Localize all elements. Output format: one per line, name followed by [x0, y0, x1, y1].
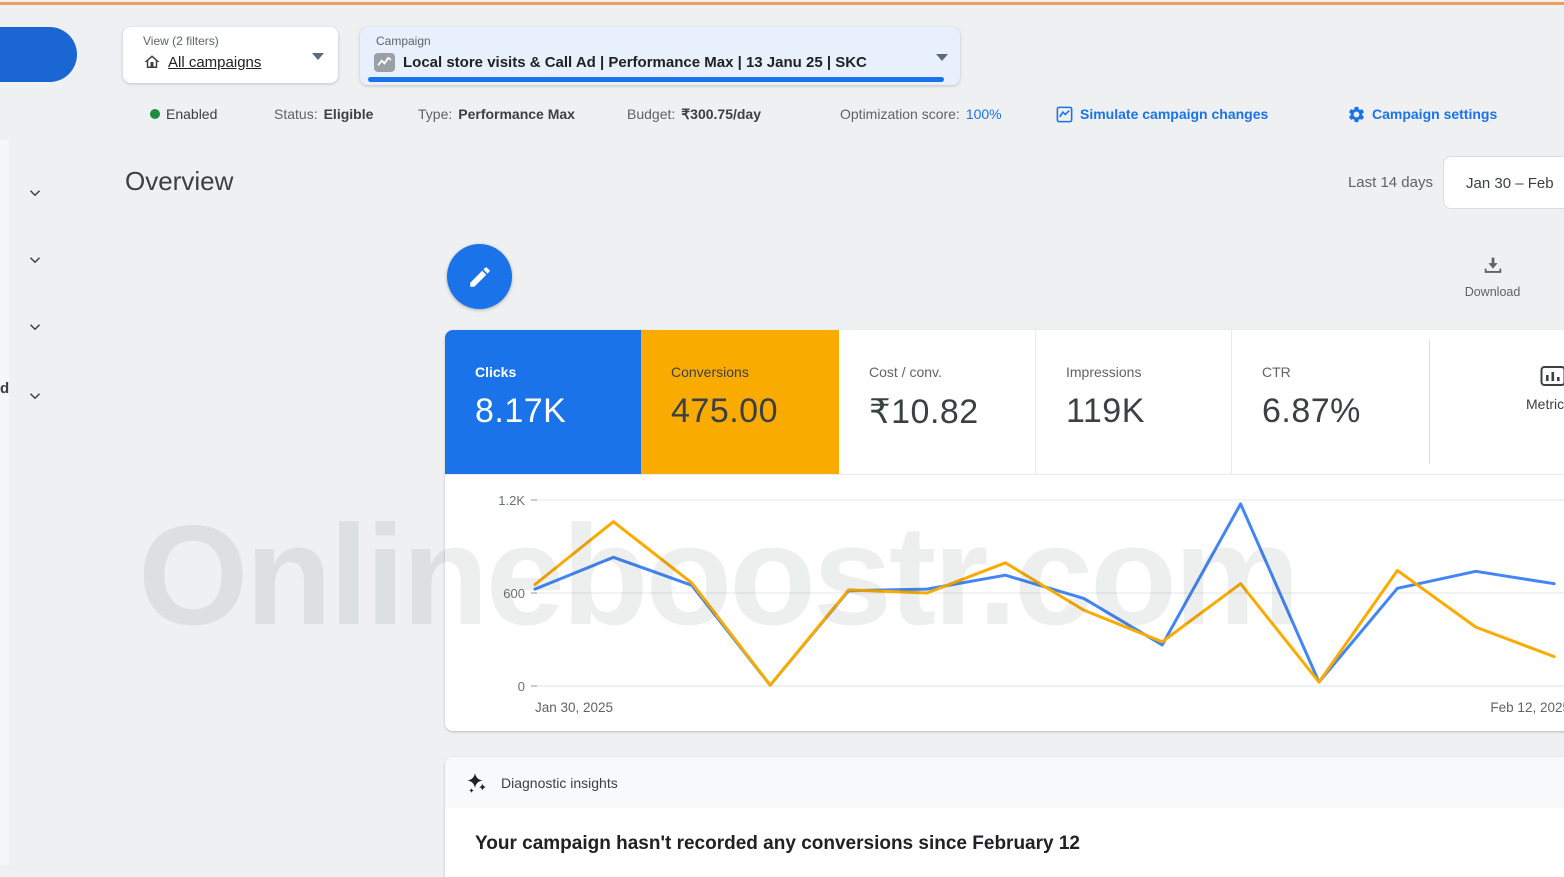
y-tick-label: 1.2K [498, 493, 525, 508]
chevron-down-icon[interactable] [26, 318, 44, 336]
gear-icon [1347, 105, 1366, 124]
campaign-selector[interactable]: Campaign Local store visits & Call Ad | … [360, 27, 960, 85]
campaign-selector-label: Campaign [376, 34, 431, 48]
metrics-bar-chart-icon [1540, 364, 1564, 388]
new-campaign-pill-button[interactable] [0, 27, 77, 82]
campaign-settings-link[interactable]: Campaign settings [1347, 104, 1497, 124]
x-axis-label-start: Jan 30, 2025 [535, 700, 613, 715]
chevron-down-icon[interactable] [26, 387, 44, 405]
sidebar-partial-label: d [0, 380, 9, 397]
status-eligible: Status: Eligible [274, 104, 373, 124]
sparkle-icon [465, 771, 489, 795]
overview-card: Clicks 8.17K Conversions 475.00 Cost / c… [445, 330, 1564, 731]
scorecard-conversions[interactable]: Conversions 475.00 [641, 330, 839, 474]
campaign-selected-underline [368, 77, 944, 82]
performance-line-chart[interactable]: 1.2K 600 0 Jan 30, 2025 Feb 12, 2025 [445, 474, 1564, 731]
diagnostic-insights-header[interactable]: Diagnostic insights [445, 757, 1564, 808]
download-button[interactable]: Download [1450, 254, 1535, 299]
simulate-chart-icon [1055, 105, 1074, 124]
chevron-down-icon[interactable] [26, 184, 44, 202]
scorecard-clicks[interactable]: Clicks 8.17K [445, 330, 641, 474]
download-icon [1482, 254, 1504, 276]
scorecard-ctr[interactable]: CTR 6.87% [1231, 330, 1429, 474]
diagnostic-message: Your campaign hasn't recorded any conver… [475, 833, 1080, 855]
conversions-line-series [535, 522, 1554, 686]
chevron-down-icon[interactable] [26, 251, 44, 269]
page-title: Overview [125, 166, 233, 197]
enabled-dot-icon [150, 109, 160, 119]
metrics-panel[interactable]: Metrics [1430, 330, 1564, 474]
simulate-campaign-changes-link[interactable]: Simulate campaign changes [1055, 104, 1268, 124]
view-selector-label: View (2 filters) [143, 34, 219, 48]
scorecard-cost-per-conv[interactable]: Cost / conv. ₹10.82 [839, 330, 1035, 474]
scorecard-row: Clicks 8.17K Conversions 475.00 Cost / c… [445, 330, 1564, 475]
campaign-type: Type: Performance Max [418, 104, 575, 124]
sidebar-edge [0, 140, 9, 865]
metrics-label: Metrics [1526, 396, 1564, 412]
chevron-down-icon[interactable] [936, 54, 948, 61]
download-label: Download [1450, 285, 1535, 299]
chevron-down-icon[interactable] [312, 53, 324, 60]
diagnostic-insights-card: Diagnostic insights Your campaign hasn't… [445, 757, 1564, 877]
y-tick-label: 600 [503, 586, 525, 601]
scorecard-impressions[interactable]: Impressions 119K [1035, 330, 1231, 474]
home-icon [143, 53, 161, 71]
date-range-preset[interactable]: Last 14 days [1300, 174, 1433, 191]
clicks-line-series [535, 504, 1554, 685]
campaign-chart-icon [374, 53, 395, 72]
campaign-enabled-status: Enabled [150, 104, 217, 124]
edit-button[interactable] [447, 244, 512, 309]
date-range-picker[interactable]: Jan 30 – Feb [1443, 156, 1564, 209]
campaign-selector-value: Local store visits & Call Ad | Performan… [403, 54, 867, 71]
campaign-budget: Budget: ₹300.75/day [627, 104, 761, 124]
optimization-score[interactable]: Optimization score: 100% [840, 104, 1002, 124]
top-accent-bar [0, 2, 1564, 5]
diagnostic-insights-title: Diagnostic insights [501, 775, 618, 791]
x-axis-label-end: Feb 12, 2025 [1490, 700, 1564, 715]
view-selector[interactable]: View (2 filters) All campaigns [123, 27, 338, 83]
pencil-icon [467, 264, 493, 290]
y-tick-label: 0 [518, 679, 525, 694]
view-selector-value: All campaigns [168, 54, 261, 71]
